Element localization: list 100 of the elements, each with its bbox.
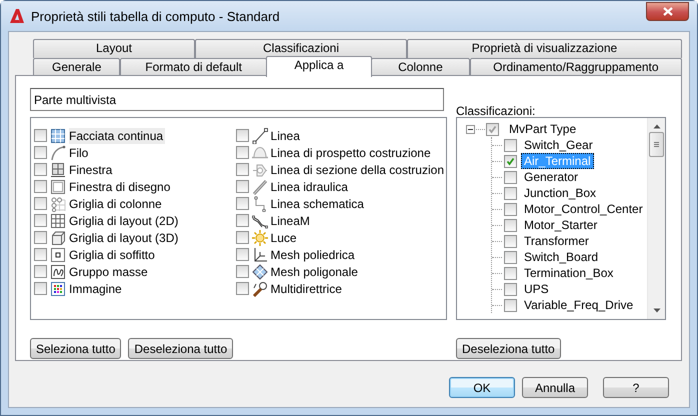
object-type-item[interactable]: Linea idraulica (270, 178, 350, 194)
checkbox[interactable] (34, 180, 47, 193)
tree-item[interactable]: MvPart Type (506, 121, 580, 137)
checkbox[interactable] (34, 197, 47, 210)
close-button[interactable] (646, 2, 689, 21)
tree-item[interactable]: UPS (521, 281, 552, 297)
tab[interactable]: Proprietà di visualizzazione (407, 39, 682, 58)
checkbox[interactable] (504, 250, 517, 264)
object-type-item[interactable]: Linea (270, 128, 302, 144)
object-type-item[interactable]: Griglia di layout (3D) (69, 230, 180, 246)
tree-item[interactable]: Junction_Box (521, 185, 600, 201)
checkbox[interactable] (34, 163, 47, 176)
tree-item[interactable]: Generator (521, 169, 582, 185)
app-logo-icon (9, 8, 25, 24)
polyline-icon (252, 212, 268, 228)
object-type-item[interactable]: Linea di prospetto costruzione (270, 144, 433, 160)
tab[interactable]: Classificazioni (195, 39, 407, 58)
scroll-down-icon (652, 308, 660, 313)
schematic-line-icon (252, 196, 268, 212)
window-icon (50, 162, 66, 178)
checkbox[interactable] (504, 170, 517, 184)
checkbox[interactable] (236, 282, 249, 295)
curve-icon (50, 144, 66, 160)
object-type-item[interactable]: Immagine (69, 280, 124, 296)
list-button[interactable]: Seleziona tutto (30, 338, 122, 359)
object-type-item[interactable]: Griglia di soffitto (69, 246, 157, 262)
checkbox[interactable] (504, 282, 517, 296)
tree-button[interactable]: Deseleziona tutto (456, 338, 561, 359)
checkbox[interactable] (34, 146, 47, 159)
checkbox[interactable] (236, 197, 249, 210)
name-field[interactable]: Parte multivista (30, 88, 444, 111)
object-type-item[interactable]: Filo (69, 144, 90, 160)
grid-icon (50, 128, 66, 144)
checkbox[interactable] (236, 180, 249, 193)
pen-icon (252, 280, 268, 296)
dialog-button[interactable]: Annulla (522, 377, 588, 398)
object-type-item[interactable]: Finestra di disegno (69, 178, 172, 194)
list-button[interactable]: Deseleziona tutto (128, 338, 234, 359)
tree-item[interactable]: Termination_Box (521, 265, 616, 281)
checkbox[interactable] (504, 218, 517, 232)
checkbox[interactable] (34, 129, 47, 142)
collapse-toggle[interactable] (466, 124, 475, 134)
tab[interactable]: Ordinamento/Raggruppamento (470, 58, 682, 76)
tab[interactable]: Applica a (266, 56, 372, 77)
object-type-item[interactable]: Luce (270, 230, 299, 246)
cube-icon (50, 230, 66, 246)
grid-icon (50, 212, 66, 228)
checkbox[interactable] (236, 163, 249, 176)
checkbox[interactable] (486, 122, 499, 136)
checkbox[interactable] (236, 248, 249, 261)
dialog-button[interactable]: ? (603, 377, 669, 398)
dialog-button[interactable]: OK (449, 377, 515, 398)
object-type-item[interactable]: Griglia di colonne (69, 196, 164, 212)
object-type-item[interactable]: Multidirettrice (270, 280, 344, 296)
checkbox[interactable] (504, 138, 517, 152)
tree-item[interactable]: Switch_Board (521, 249, 602, 265)
checkbox[interactable] (504, 202, 517, 216)
checkbox[interactable] (236, 129, 249, 142)
object-type-item[interactable]: Linea schematica (270, 196, 366, 212)
checkbox[interactable] (236, 214, 249, 227)
tree-item[interactable]: Switch_Gear (521, 137, 596, 153)
object-type-item[interactable]: Griglia di layout (2D) (69, 212, 180, 228)
object-type-item[interactable]: Gruppo masse (69, 264, 150, 280)
sun-icon (252, 230, 268, 246)
check-icon (505, 156, 516, 166)
section-line-icon (252, 162, 268, 178)
object-type-item[interactable]: LineaM (270, 212, 312, 228)
elevation-line-icon (252, 144, 268, 160)
checkbox[interactable] (236, 265, 249, 278)
line-icon (252, 128, 268, 144)
object-type-item[interactable]: Finestra (69, 162, 114, 178)
checkbox[interactable] (504, 234, 517, 248)
checkbox[interactable] (34, 282, 47, 295)
object-type-item[interactable]: Mesh poliedrica (270, 246, 357, 262)
checkbox[interactable] (34, 214, 47, 227)
object-type-item[interactable]: Facciata continua (69, 128, 166, 144)
tree-item[interactable]: Motor_Starter (521, 217, 600, 233)
checkbox[interactable] (236, 231, 249, 244)
object-type-item[interactable]: Linea di sezione della costruzion (270, 162, 446, 178)
checkbox[interactable] (504, 154, 517, 168)
tree-item[interactable]: Motor_Control_Center (521, 201, 646, 217)
tab[interactable]: Formato di default (120, 58, 267, 76)
image-icon (50, 280, 66, 296)
checkbox[interactable] (236, 146, 249, 159)
checkbox[interactable] (504, 298, 517, 312)
checkbox[interactable] (34, 248, 47, 261)
tab[interactable]: Colonne (371, 58, 470, 76)
tab[interactable]: Layout (33, 39, 195, 58)
checkbox[interactable] (34, 265, 47, 278)
checkbox[interactable] (34, 231, 47, 244)
checkbox[interactable] (504, 186, 517, 200)
scrollbar[interactable] (647, 118, 665, 319)
checkbox[interactable] (504, 266, 517, 280)
dots-grid-icon (50, 196, 66, 212)
object-type-item[interactable]: Mesh poligonale (270, 264, 360, 280)
tab[interactable]: Generale (33, 58, 120, 76)
tree-item[interactable]: Variable_Freq_Drive (521, 297, 636, 313)
mesh-icon (252, 246, 268, 262)
tree-item[interactable]: Transformer (521, 233, 592, 249)
check-icon (487, 124, 498, 134)
